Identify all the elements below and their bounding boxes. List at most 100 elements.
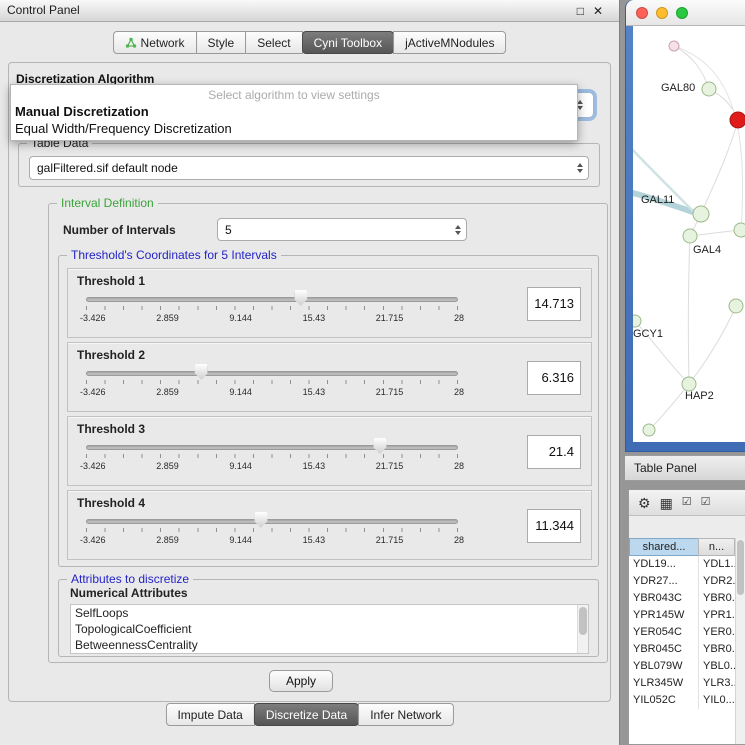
network-node-selected[interactable] [730, 112, 745, 128]
scale-tick-label: 21.715 [376, 387, 404, 397]
network-node[interactable] [729, 299, 743, 313]
slider-track[interactable] [86, 519, 458, 524]
threshold-value-field[interactable]: 6.316 [527, 361, 581, 395]
tab-select[interactable]: Select [245, 31, 302, 54]
number-of-intervals-combobox[interactable]: 5 [217, 218, 467, 241]
cell[interactable]: YDL1... [699, 556, 735, 573]
slider-track[interactable] [86, 297, 458, 302]
table-row[interactable]: YPR145WYPR1... [629, 607, 735, 624]
threshold-slider[interactable]: -3.4262.8599.14415.4321.71528 [86, 439, 458, 481]
network-view-window[interactable]: GAL80 GAL11 GAL4 GCY1 HAP2 [625, 0, 745, 452]
column-header-shared-name[interactable]: shared... [629, 538, 699, 556]
threshold-slider[interactable]: -3.4262.8599.14415.4321.71528 [86, 291, 458, 333]
table-data-combobox[interactable]: galFiltered.sif default node [29, 156, 589, 180]
minimize-icon[interactable]: □ [577, 1, 584, 22]
dropdown-option-equal-width-frequency[interactable]: Equal Width/Frequency Discretization [11, 120, 577, 137]
table-row[interactable]: YDR27...YDR2... [629, 573, 735, 590]
stepper-icon[interactable] [572, 163, 588, 173]
cell[interactable]: YBL079W [629, 658, 699, 675]
checkbox-icon[interactable]: ☑ [682, 497, 692, 508]
checkbox-icon[interactable]: ☑ [701, 497, 711, 508]
table-row[interactable]: YBR043CYBR0... [629, 590, 735, 607]
list-item[interactable]: TopologicalCoefficient [71, 621, 588, 637]
table-row[interactable]: YIL052CYIL0... [629, 692, 735, 709]
slider-thumb[interactable] [195, 364, 208, 380]
network-edge[interactable] [688, 236, 690, 384]
threshold-value-field[interactable]: 21.4 [527, 435, 581, 469]
cell[interactable]: YPR1... [699, 607, 735, 624]
network-edge[interactable] [689, 306, 736, 384]
network-edge[interactable] [649, 384, 689, 430]
list-item[interactable]: SelfLoops [71, 605, 588, 621]
tab-infer-network[interactable]: Infer Network [358, 703, 453, 726]
network-edge[interactable] [690, 230, 741, 236]
tab-jactivemnodules[interactable]: jActiveMNodules [393, 31, 506, 54]
stepper-icon[interactable] [450, 225, 466, 235]
minimize-traffic-light[interactable] [656, 7, 668, 19]
cell[interactable]: YDL19... [629, 556, 699, 573]
cell[interactable]: YIL052C [629, 692, 699, 709]
columns-icon[interactable]: ▦ [660, 496, 673, 510]
cell[interactable]: YDR2... [699, 573, 735, 590]
table-row[interactable]: YDL19...YDL1... [629, 556, 735, 573]
network-node[interactable] [734, 223, 745, 237]
tab-cyni-toolbox[interactable]: Cyni Toolbox [302, 31, 394, 54]
threshold-value-field[interactable]: 14.713 [527, 287, 581, 321]
cell[interactable]: YIL0... [699, 692, 735, 709]
table-scrollbar[interactable] [735, 538, 745, 744]
table-row[interactable]: YBR045CYBR0... [629, 641, 735, 658]
gear-icon[interactable]: ⚙ [638, 496, 651, 510]
table-panel-header[interactable]: Table Panel [625, 455, 745, 481]
scrollbar-thumb[interactable] [579, 607, 587, 635]
table-row[interactable]: YBL079WYBL0... [629, 658, 735, 675]
network-node[interactable] [669, 41, 679, 51]
network-window-titlebar[interactable] [626, 0, 745, 26]
tab-network[interactable]: Network [113, 31, 197, 54]
cell[interactable]: YER0... [699, 624, 735, 641]
cell[interactable]: YPR145W [629, 607, 699, 624]
cell[interactable]: YBR0... [699, 641, 735, 658]
cell[interactable]: YBR043C [629, 590, 699, 607]
cell[interactable]: YBR0... [699, 590, 735, 607]
slider-thumb[interactable] [254, 512, 267, 528]
table-row[interactable]: YER054CYER0... [629, 624, 735, 641]
dropdown-option-manual-discretization[interactable]: Manual Discretization [11, 103, 577, 120]
cell[interactable]: YDR27... [629, 573, 699, 590]
network-edge[interactable] [701, 120, 738, 214]
numerical-attributes-list[interactable]: SelfLoops TopologicalCoefficient Between… [70, 604, 589, 654]
zoom-traffic-light[interactable] [676, 7, 688, 19]
tab-style[interactable]: Style [196, 31, 247, 54]
scale-tick-label: 28 [454, 461, 464, 471]
cell[interactable]: YBR045C [629, 641, 699, 658]
network-node[interactable] [693, 206, 709, 222]
table-data-group: Table Data galFiltered.sif default node [18, 143, 600, 187]
tab-discretize-data[interactable]: Discretize Data [254, 703, 359, 726]
threshold-slider[interactable]: -3.4262.8599.14415.4321.71528 [86, 513, 458, 555]
cell[interactable]: YLR3... [699, 675, 735, 692]
slider-track[interactable] [86, 445, 458, 450]
slider-thumb[interactable] [373, 438, 386, 454]
close-traffic-light[interactable] [636, 7, 648, 19]
network-node[interactable] [633, 315, 641, 327]
network-node[interactable] [702, 82, 716, 96]
control-panel-titlebar[interactable]: Control Panel □ ✕ [0, 0, 619, 22]
table-row[interactable]: YLR345WYLR3... [629, 675, 735, 692]
slider-track[interactable] [86, 371, 458, 376]
network-canvas[interactable]: GAL80 GAL11 GAL4 GCY1 HAP2 [633, 26, 745, 442]
slider-thumb[interactable] [294, 290, 307, 306]
cell[interactable]: YLR345W [629, 675, 699, 692]
apply-button[interactable]: Apply [269, 670, 333, 692]
list-scrollbar[interactable] [577, 605, 588, 653]
scrollbar-thumb[interactable] [737, 540, 744, 595]
close-icon[interactable]: ✕ [593, 1, 603, 22]
column-header-name[interactable]: n... [698, 538, 735, 556]
threshold-value-field[interactable]: 11.344 [527, 509, 581, 543]
network-node[interactable] [683, 229, 697, 243]
network-node[interactable] [682, 377, 696, 391]
list-item[interactable]: BetweennessCentrality [71, 637, 588, 653]
threshold-slider[interactable]: -3.4262.8599.14415.4321.71528 [86, 365, 458, 407]
tab-impute-data[interactable]: Impute Data [165, 703, 254, 726]
cell[interactable]: YBL0... [699, 658, 735, 675]
cell[interactable]: YER054C [629, 624, 699, 641]
network-node[interactable] [643, 424, 655, 436]
